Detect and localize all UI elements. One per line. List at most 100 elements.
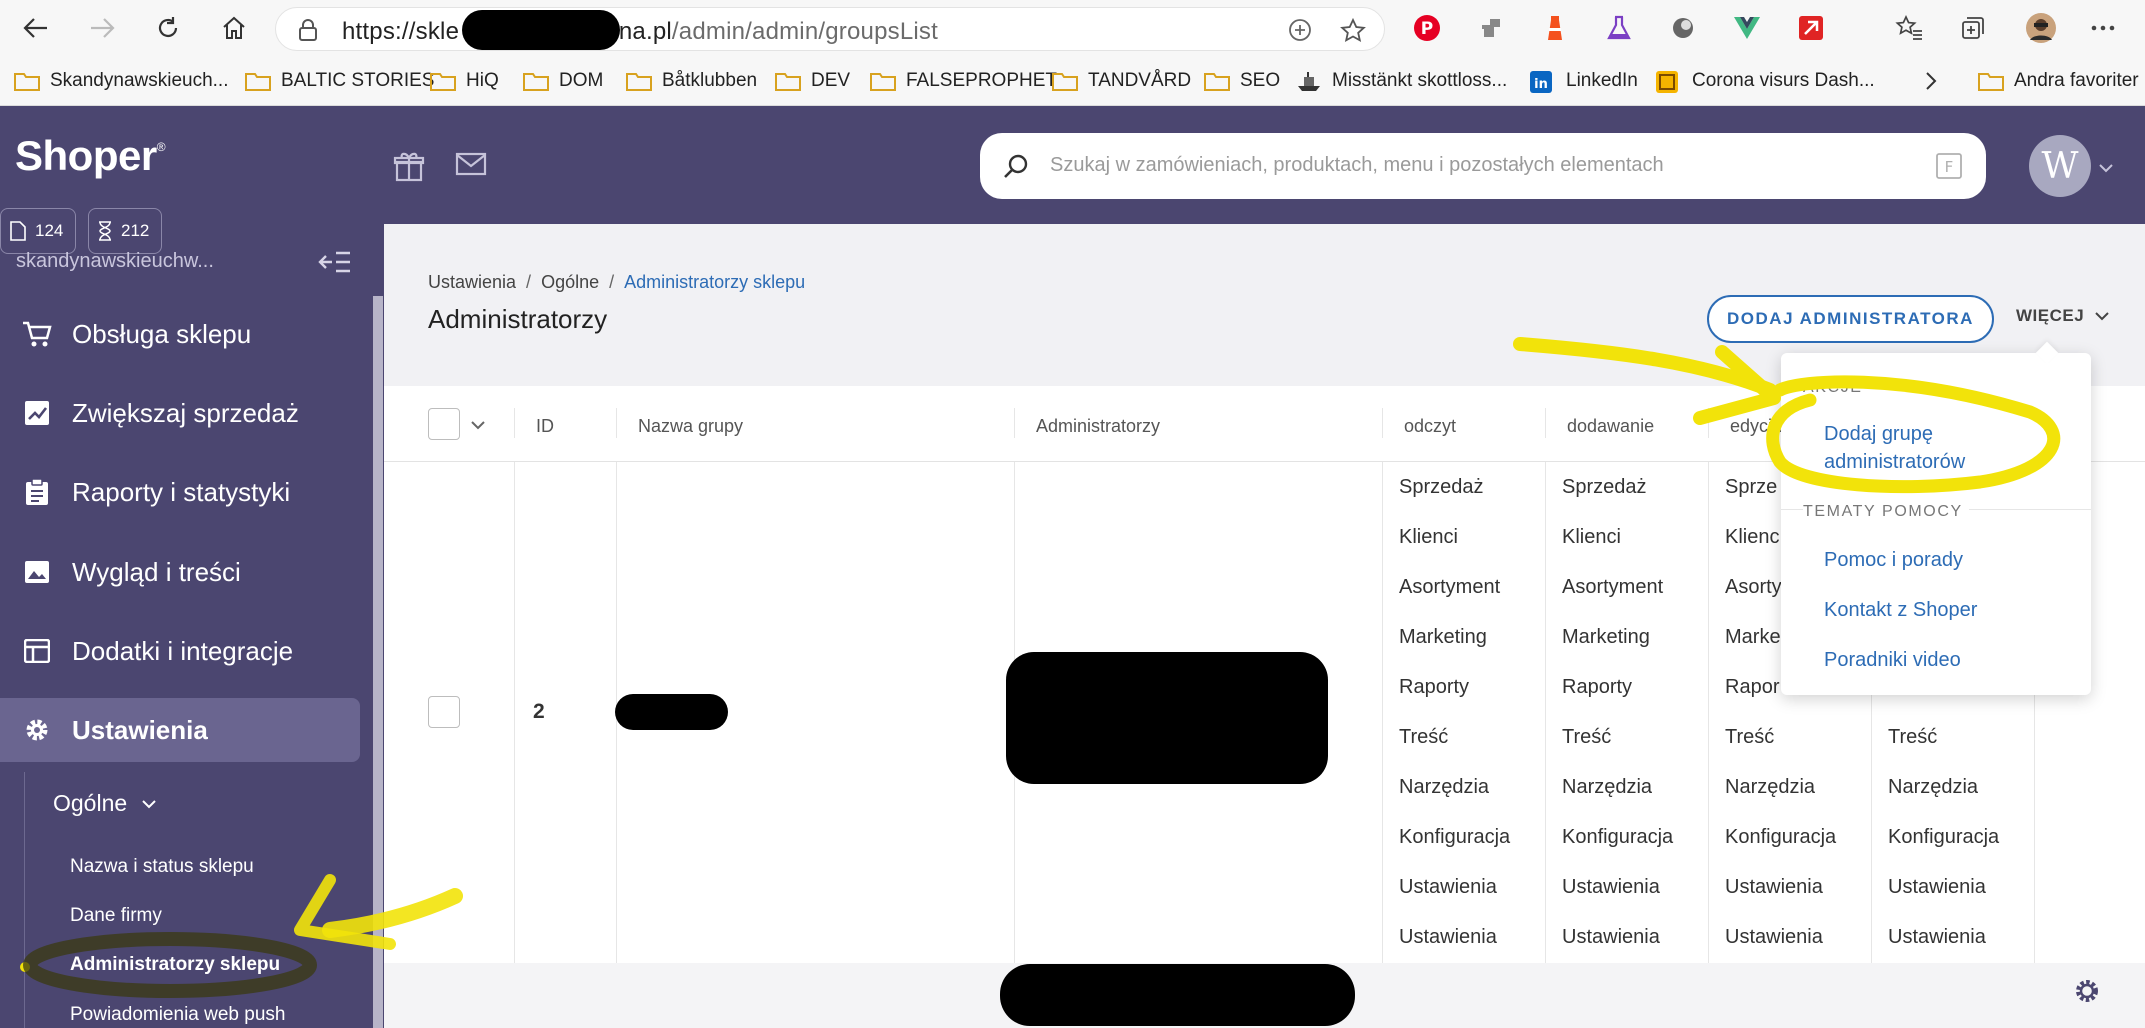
bookmark-folder[interactable]: SEO — [1204, 66, 1280, 96]
lighthouse-icon[interactable] — [1538, 11, 1572, 45]
vue-icon[interactable] — [1730, 11, 1764, 45]
bookmark-folder[interactable]: Skandynawskieuch... — [14, 66, 229, 96]
permission-read: Marketing — [1399, 626, 1487, 648]
permission-read: Narzędzia — [1399, 776, 1490, 798]
permission-add: Sprzedaż — [1562, 476, 1647, 498]
contact-shoper-link[interactable]: Kontakt z Shoper — [1824, 596, 1977, 624]
star-icon[interactable] — [1340, 17, 1366, 49]
pending-counter[interactable]: 212 — [88, 208, 163, 254]
bookmark-folder[interactable]: HiQ — [430, 66, 499, 96]
video-guides-link[interactable]: Poradniki video — [1824, 646, 1961, 674]
bookmark-page[interactable]: Corona visurs Dash... — [1656, 66, 1875, 96]
permission-edit: Sprze — [1725, 476, 1778, 498]
flask-icon[interactable] — [1602, 11, 1636, 45]
folder-icon — [626, 71, 652, 91]
submenu-item-push[interactable]: Powiadomienia web push — [70, 1004, 285, 1026]
bookmark-page[interactable]: Misstänkt skottloss... — [1296, 66, 1507, 96]
clipboard-icon — [22, 477, 52, 507]
theme-icon[interactable] — [1666, 11, 1700, 45]
permission-read: Treść — [1399, 726, 1449, 748]
bookmark-folder[interactable]: Båtklubben — [626, 66, 757, 96]
breadcrumb-general[interactable]: Ogólne — [541, 272, 599, 292]
submenu-item-company-data[interactable]: Dane firmy — [70, 905, 162, 927]
sidebar-item-increase-sales[interactable]: Zwiększaj sprzedaż — [0, 381, 360, 445]
svg-text:P: P — [1421, 19, 1433, 39]
favorites-icon[interactable] — [1892, 11, 1926, 45]
bookmark-folder[interactable]: Andra favoriter — [1978, 66, 2139, 96]
add-admin-group-link[interactable]: Dodaj grupę administratorów — [1824, 420, 1965, 476]
global-search[interactable]: Szukaj w zamówieniach, produktach, menu … — [980, 133, 1986, 199]
add-administrator-button[interactable]: DODAJ ADMINISTRATORA — [1707, 295, 1994, 343]
profile-avatar-icon[interactable] — [2024, 11, 2058, 45]
sidebar: 124 212 skandynawskieuchw... Obsługa skl… — [0, 208, 384, 1028]
shoper-logo[interactable]: Shoper® — [15, 132, 166, 180]
add-tab-icon[interactable] — [1288, 18, 1312, 47]
orders-counter[interactable]: 124 — [0, 208, 77, 254]
permission-delete: Narzędzia — [1888, 776, 1979, 798]
permission-edit: Rapor — [1725, 676, 1780, 698]
permission-read: Konfiguracja — [1399, 826, 1511, 848]
url-text: https://skle rena.pl/admin/admin/groupsLi… — [342, 18, 938, 45]
column-header-id[interactable]: ID — [536, 416, 554, 437]
sidebar-item-store-service[interactable]: Obsługa sklepu — [0, 302, 360, 366]
collections-icon[interactable] — [1956, 11, 1990, 45]
forward-button[interactable] — [82, 8, 122, 48]
row-checkbox[interactable] — [428, 696, 460, 728]
column-divider — [514, 462, 515, 1028]
help-tips-link[interactable]: Pomoc i porady — [1824, 546, 1963, 574]
submenu-item-administrators[interactable]: Administratorzy sklepu — [70, 954, 280, 976]
extension-icon[interactable] — [1474, 11, 1508, 45]
bookmark-page[interactable]: in LinkedIn — [1530, 66, 1638, 96]
refresh-button[interactable] — [148, 8, 188, 48]
home-button[interactable] — [214, 8, 254, 48]
pinterest-icon[interactable]: P — [1410, 11, 1444, 45]
sidebar-item-settings[interactable]: Ustawienia — [0, 698, 360, 762]
column-header-administrators[interactable]: Administratorzy — [1036, 416, 1160, 437]
user-avatar[interactable]: W — [2029, 135, 2091, 197]
column-divider — [1014, 408, 1015, 438]
breadcrumb-settings[interactable]: Ustawienia — [428, 272, 516, 292]
chevron-right-icon[interactable] — [1924, 66, 1938, 96]
permission-edit: Ustawienia — [1725, 926, 1823, 948]
breadcrumb-current[interactable]: Administratorzy sklepu — [624, 272, 805, 292]
column-divider — [514, 408, 515, 438]
submenu-general[interactable]: Ogólne — [53, 790, 157, 817]
chevron-down-icon[interactable] — [470, 420, 486, 430]
redaction-mark — [1006, 652, 1328, 784]
back-button[interactable] — [16, 8, 56, 48]
bookmark-folder[interactable]: BALTIC STORIES — [245, 66, 434, 96]
breadcrumb: Ustawienia / Ogólne / Administratorzy sklepu — [428, 272, 806, 292]
bookmark-folder[interactable]: DOM — [523, 66, 603, 96]
collapse-sidebar-icon[interactable] — [318, 248, 352, 281]
bookmark-folder[interactable]: DEV — [775, 66, 850, 96]
permission-edit: Treść — [1725, 726, 1775, 748]
column-header-add[interactable]: dodawanie — [1567, 416, 1654, 437]
redaction-mark — [615, 694, 728, 730]
sidebar-item-appearance[interactable]: Wygląd i treści — [0, 540, 360, 604]
gift-icon[interactable] — [393, 150, 425, 187]
more-menu-button[interactable]: WIĘCEJ — [2016, 306, 2110, 326]
bookmark-folder[interactable]: TANDVÅRD — [1052, 66, 1191, 96]
column-divider — [1382, 462, 1383, 1028]
mail-icon[interactable] — [455, 150, 487, 183]
search-placeholder: Szukaj w zamówieniach, produktach, menu … — [1050, 154, 1664, 176]
column-header-edit[interactable]: edycja — [1730, 416, 1782, 437]
sidebar-item-addons[interactable]: Dodatki i integracje — [0, 619, 360, 683]
dropdown-section-actions: AKCJE — [1803, 379, 1863, 396]
dashboard-icon — [1656, 71, 1682, 93]
chevron-down-icon[interactable] — [2098, 160, 2114, 178]
permission-delete: Ustawienia — [1888, 926, 1986, 948]
column-header-read[interactable]: odczyt — [1404, 416, 1456, 437]
select-all-checkbox[interactable] — [428, 408, 460, 440]
gear-icon[interactable] — [2072, 976, 2102, 1011]
bookmark-folder[interactable]: FALSEPROPHET — [870, 66, 1057, 96]
folder-icon — [870, 71, 896, 91]
menu-icon[interactable] — [2086, 11, 2120, 45]
sidebar-scrollbar[interactable] — [373, 296, 383, 1028]
column-header-group-name[interactable]: Nazwa grupy — [638, 416, 743, 437]
red-arrow-icon[interactable] — [1794, 11, 1828, 45]
sidebar-item-reports[interactable]: Raporty i statystyki — [0, 460, 360, 524]
address-bar[interactable]: https://skle rena.pl/admin/admin/groupsLi… — [275, 7, 1385, 51]
submenu-item-store-name[interactable]: Nazwa i status sklepu — [70, 856, 254, 878]
folder-icon — [1204, 71, 1230, 91]
